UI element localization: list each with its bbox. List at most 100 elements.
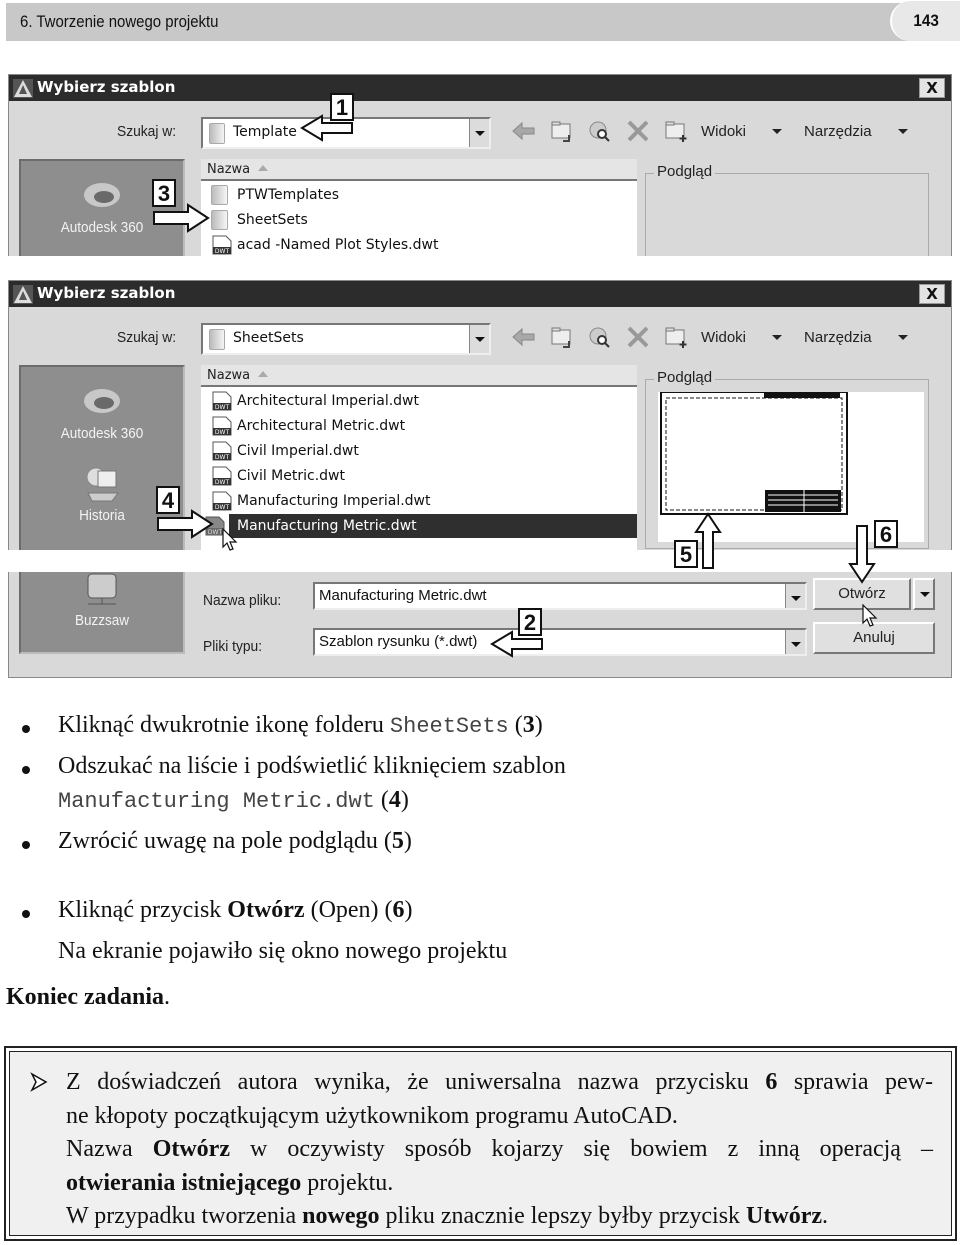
close-button[interactable]: X	[919, 284, 945, 304]
callout-5-arrow-icon	[694, 512, 722, 569]
column-header-name[interactable]: Nazwa	[201, 159, 637, 181]
up-folder-icon[interactable]	[549, 325, 575, 349]
tools-menu[interactable]: Narzędzia	[804, 123, 872, 140]
callout-2-arrow-icon	[490, 630, 543, 658]
mouse-cursor-icon	[862, 604, 878, 627]
note-bold: nowego	[302, 1203, 380, 1229]
views-menu[interactable]: Widoki	[701, 123, 746, 140]
search-web-icon[interactable]	[587, 325, 613, 349]
note-text-span: Z doświadczeń autora wynika, że uniwersa…	[66, 1069, 766, 1095]
instruction-item-2: Odszukać na liście i podświetlić kliknię…	[58, 753, 566, 780]
svg-text:DWT: DWT	[215, 429, 230, 436]
note-bold: Utwórz	[746, 1203, 823, 1229]
note-text-span: W przypadku tworzenia	[66, 1203, 303, 1229]
views-caret-icon[interactable]	[772, 334, 783, 340]
page-number: 143	[913, 11, 939, 30]
dropdown-arrow-icon[interactable]	[469, 119, 489, 147]
file-row[interactable]: PTWTemplates	[209, 183, 637, 207]
file-row[interactable]: DWT Manufacturing Imperial.dwt	[209, 489, 637, 513]
svg-text:DWT: DWT	[215, 504, 230, 511]
new-folder-icon[interactable]	[663, 325, 689, 349]
look-in-dropdown[interactable]: SheetSets	[201, 323, 491, 355]
note-text-span: Nazwa	[66, 1136, 153, 1162]
preview-group: Podgląd	[645, 163, 929, 256]
instruction-text: Odszukać na liście i podświetlić kliknię…	[58, 753, 566, 779]
views-menu[interactable]: Widoki	[701, 329, 746, 346]
arrow-bullet-icon	[30, 1072, 48, 1092]
tools-menu[interactable]: Narzędzia	[804, 329, 872, 346]
dialog-titlebar: Wybierz szablon X	[9, 75, 951, 101]
back-arrow-icon[interactable]	[511, 325, 537, 349]
dwt-file-icon: DWT	[212, 491, 232, 511]
sort-ascending-icon	[258, 371, 269, 377]
close-button[interactable]: X	[919, 78, 945, 98]
instruction-item-2-cont: Manufacturing Metric.dwt (4)	[58, 787, 409, 814]
folder-icon	[211, 210, 228, 230]
filename-label: Nazwa pliku:	[203, 592, 282, 609]
svg-text:DWT: DWT	[215, 479, 230, 486]
up-folder-icon[interactable]	[549, 119, 575, 143]
file-row[interactable]: DWT Architectural Imperial.dwt	[209, 389, 637, 413]
delete-icon[interactable]	[625, 325, 651, 349]
back-arrow-icon[interactable]	[511, 119, 537, 143]
note-bold: Otwórz	[152, 1136, 230, 1162]
filename-input[interactable]: Manufacturing Metric.dwt	[313, 582, 807, 610]
filename-value: Manufacturing Metric.dwt	[319, 587, 487, 604]
dialog-toolbar: Widoki Narzędzia	[511, 119, 918, 143]
place-label: Autodesk 360	[60, 425, 144, 442]
views-caret-icon[interactable]	[772, 128, 783, 134]
file-row[interactable]: DWT Civil Metric.dwt	[209, 464, 637, 488]
bullet-icon	[22, 841, 30, 849]
filetype-dropdown[interactable]: Szablon rysunku (*.dwt)	[313, 628, 807, 656]
place-buzzsaw[interactable]: Buzzsaw	[21, 572, 183, 629]
select-template-dialog-2: Wybierz szablon X Szukaj w: SheetSets Wi…	[8, 280, 952, 550]
column-header-name[interactable]: Nazwa	[201, 365, 637, 387]
dwt-file-icon: DWT	[212, 235, 232, 255]
file-row[interactable]: DWT Civil Imperial.dwt	[209, 439, 637, 463]
page-number-tab: 143	[890, 1, 960, 41]
delete-icon[interactable]	[625, 119, 651, 143]
dropdown-arrow-icon[interactable]	[785, 584, 805, 608]
ref-number: 6	[392, 897, 405, 923]
look-in-value: Template	[233, 124, 297, 140]
place-label: Historia	[79, 507, 125, 524]
callout-6-arrow-icon	[848, 525, 876, 584]
search-web-icon[interactable]	[587, 119, 613, 143]
bullet-icon	[22, 725, 30, 733]
note-text-span: projektu.	[301, 1169, 394, 1196]
svg-text:DWT: DWT	[215, 454, 230, 461]
instruction-text: Zwrócić uwagę na pole podglądu	[58, 828, 384, 854]
instruction-item-4: Kliknąć przycisk Otwórz (Open) (6)	[58, 897, 413, 923]
filetype-label: Pliki typu:	[203, 638, 263, 655]
file-name: acad -Named Plot Styles.dwt	[237, 237, 439, 253]
note-text-span: w oczywisty sposób kojarzy się bowiem z …	[229, 1136, 934, 1162]
tools-caret-icon[interactable]	[897, 334, 908, 340]
dropdown-arrow-icon[interactable]	[469, 325, 489, 353]
file-row[interactable]: DWT acad -Named Plot Styles.dwt	[209, 233, 637, 256]
place-label: Buzzsaw	[74, 612, 130, 629]
dialog-titlebar: Wybierz szablon X	[9, 281, 951, 307]
sort-ascending-icon	[258, 165, 269, 171]
note-line-4: otwierania istniejącego projektu.	[66, 1167, 933, 1201]
file-row[interactable]: SheetSets	[209, 208, 637, 232]
tools-caret-icon[interactable]	[897, 128, 908, 134]
place-autodesk-360[interactable]: Autodesk 360	[21, 381, 183, 442]
autodesk-360-icon	[84, 183, 120, 207]
dropdown-arrow-icon[interactable]	[785, 630, 805, 654]
folder-icon	[209, 329, 225, 350]
note-line-1: Z doświadczeń autora wynika, że uniwersa…	[66, 1066, 933, 1100]
dwt-file-icon: DWT	[212, 466, 232, 486]
callout-4-arrow-icon	[157, 509, 214, 539]
dialog-toolbar: Widoki Narzędzia	[511, 325, 918, 349]
note-text-span: sprawia pew-	[777, 1069, 933, 1095]
new-folder-icon[interactable]	[663, 119, 689, 143]
bold-text: Otwórz	[227, 897, 305, 923]
open-options-dropdown[interactable]	[913, 578, 935, 610]
file-name: Manufacturing Metric.dwt	[237, 518, 417, 534]
file-row-selected[interactable]: DWT Manufacturing Metric.dwt	[205, 514, 637, 538]
autocad-logo-icon	[13, 79, 33, 98]
column-header-label: Nazwa	[207, 368, 251, 383]
file-name: SheetSets	[237, 212, 308, 228]
file-row[interactable]: DWT Architectural Metric.dwt	[209, 414, 637, 438]
note-line-2: ne kłopoty początkującym użytkownikom pr…	[66, 1102, 678, 1129]
